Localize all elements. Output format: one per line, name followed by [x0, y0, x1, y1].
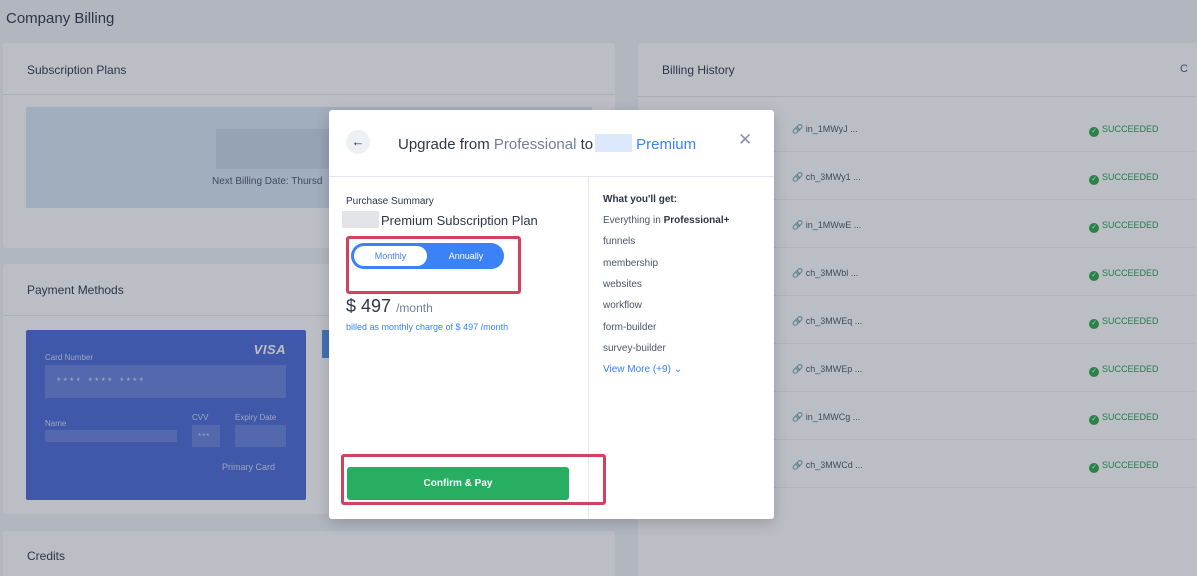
feature-item: websites [603, 279, 642, 290]
feature-item: membership [603, 258, 659, 269]
title-prefix: Upgrade from [398, 136, 490, 153]
feature-item: funnels [603, 236, 636, 247]
title-to: to [580, 136, 594, 153]
price: $ 497 /month [346, 296, 433, 317]
confirm-pay-button[interactable]: Confirm & Pay [347, 467, 569, 500]
plan-logo-placeholder [342, 211, 379, 228]
features-lead-text: Everything in [603, 215, 661, 226]
plan-logo-placeholder [595, 134, 633, 152]
back-arrow-icon[interactable]: ← [346, 130, 370, 154]
to-plan: Premium [636, 136, 697, 153]
price-amount: $ 497 [346, 296, 392, 316]
billing-cycle-toggle[interactable]: Monthly Annually [351, 243, 504, 269]
what-you-get-title: What you'll get: [603, 194, 678, 205]
view-more-link[interactable]: View More (+9) ⌄ [603, 364, 682, 375]
chevron-down-icon: ⌄ [673, 364, 683, 375]
from-plan: Professional [493, 136, 577, 153]
column-divider [588, 177, 589, 519]
features-lead: Everything in Professional+ [603, 215, 729, 226]
toggle-monthly[interactable]: Monthly [354, 246, 427, 266]
feature-item: workflow [603, 300, 642, 311]
feature-item: form-builder [603, 322, 657, 333]
modal-title: Upgrade from Professional to Premium [398, 134, 696, 153]
modal-header: ← Upgrade from Professional to Premium ✕ [329, 110, 774, 177]
plan-name-text: Premium Subscription Plan [381, 213, 538, 228]
upgrade-modal: ← Upgrade from Professional to Premium ✕ … [329, 110, 774, 519]
plan-name: Premium Subscription Plan [342, 211, 538, 228]
toggle-annually[interactable]: Annually [431, 243, 501, 269]
purchase-summary-label: Purchase Summary [346, 196, 434, 207]
price-period: /month [396, 301, 433, 315]
feature-item: survey-builder [603, 343, 666, 354]
billed-note: billed as monthly charge of $ 497 /month [346, 322, 509, 332]
close-icon[interactable]: ✕ [738, 130, 752, 150]
view-more-text: View More (+9) [603, 364, 671, 375]
features-lead-bold: Professional+ [663, 215, 730, 226]
